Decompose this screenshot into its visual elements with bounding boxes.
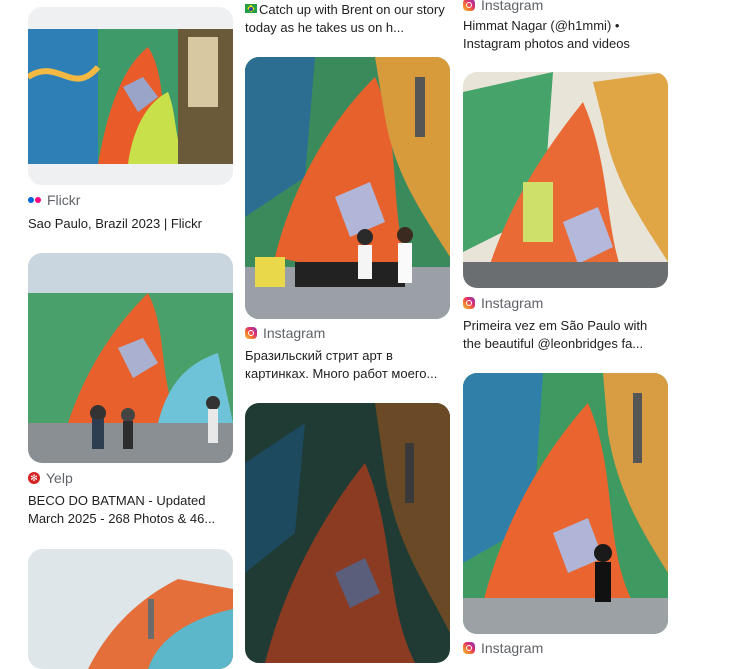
- yelp-icon: ✻: [28, 472, 40, 484]
- result-source[interactable]: Instagram: [463, 0, 543, 14]
- instagram-icon: [463, 0, 475, 11]
- result-source-label: Instagram: [263, 325, 326, 341]
- result-title[interactable]: Primeira vez em São Paulo with the beaut…: [463, 317, 668, 353]
- result-source-label: Flickr: [47, 192, 81, 208]
- result-title[interactable]: Catch up with Brent on our story today a…: [245, 1, 450, 37]
- result-title-text: Catch up with Brent on our story today a…: [245, 2, 445, 35]
- result-source[interactable]: ✻ Yelp: [28, 469, 73, 487]
- result-image[interactable]: [463, 72, 668, 288]
- result-title[interactable]: Sao Paulo, Brazil 2023 | Flickr: [28, 215, 233, 233]
- instagram-icon: [463, 297, 475, 309]
- result-title[interactable]: Himmat Nagar (@h1mmi) • Instagram photos…: [463, 17, 668, 53]
- result-source-label: Instagram: [481, 295, 544, 311]
- result-image[interactable]: [28, 253, 233, 463]
- result-image[interactable]: [245, 57, 450, 319]
- instagram-icon: [463, 642, 475, 654]
- result-source-label: Instagram: [481, 640, 544, 656]
- flickr-icon: [28, 197, 41, 203]
- instagram-icon: [245, 327, 257, 339]
- result-image[interactable]: [463, 373, 668, 634]
- result-source[interactable]: Instagram: [463, 639, 543, 657]
- result-image[interactable]: [28, 7, 233, 185]
- result-source-label: Instagram: [481, 0, 544, 13]
- result-image[interactable]: [245, 403, 450, 663]
- result-source-label: Yelp: [46, 470, 73, 486]
- result-title[interactable]: BECO DO BATMAN - Updated March 2025 - 26…: [28, 492, 233, 528]
- result-source[interactable]: Flickr: [28, 191, 80, 209]
- result-image[interactable]: [28, 549, 233, 669]
- result-source[interactable]: Instagram: [245, 324, 325, 342]
- result-source[interactable]: Instagram: [463, 294, 543, 312]
- brazil-flag-icon: [245, 4, 257, 13]
- result-title[interactable]: Бразильский стрит арт в картинках. Много…: [245, 347, 450, 383]
